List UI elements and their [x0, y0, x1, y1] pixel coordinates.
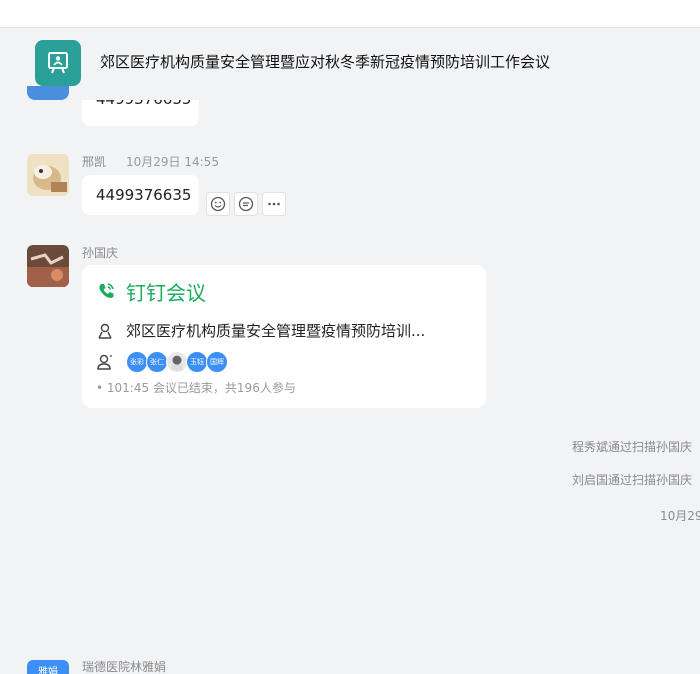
participant-avatars[interactable]: 张彩 张仁 玉钰 国辉 [126, 351, 228, 373]
reply-button[interactable] [234, 192, 258, 216]
phone-icon [99, 283, 114, 298]
sender-name: 邢凯 [82, 155, 107, 169]
participant-avatar [166, 351, 188, 373]
smile-icon [210, 196, 226, 212]
avatar[interactable] [27, 154, 69, 196]
system-message: 刘启国通过扫描孙国庆 [572, 473, 693, 487]
meeting-title: 钉钉会议 [126, 281, 206, 305]
sender-name: 瑞德医院林雅娟 [82, 660, 167, 674]
meeting-status: • 101:45 会议已结束，共196人参与 [96, 381, 296, 395]
classroom-icon [48, 52, 68, 74]
chat-title: 郊区医疗机构质量安全管理暨应对秋冬季新冠疫情预防培训工作会议 [100, 53, 551, 71]
participant-avatar: 张仁 [146, 351, 168, 373]
participants-icon [97, 354, 112, 370]
timestamp-divider: 10月29 [660, 509, 700, 523]
window-top-strip [0, 0, 700, 28]
message-sender: 邢凯 10月29日 14:55 [82, 153, 219, 170]
message-sender: 孙国庆 [82, 244, 118, 261]
message-sender: 瑞德医院林雅娟 [82, 658, 166, 674]
user-photo-icon [27, 245, 69, 287]
system-message: 程秀斌通过扫描孙国庆 [572, 440, 693, 454]
message-text: 4499376635 [96, 100, 191, 108]
emoji-reaction-button[interactable] [206, 192, 230, 216]
user-photo-icon [171, 355, 183, 371]
more-button[interactable] [262, 192, 286, 216]
more-dots-icon [268, 202, 280, 206]
participant-avatar: 玉钰 [186, 351, 208, 373]
message-text: 4499376635 [96, 186, 192, 204]
meeting-card[interactable]: 钉钉会议 郊区医疗机构质量安全管理暨疫情预防培训... 张彩 张仁 玉钰 国辉 … [82, 265, 486, 408]
participant-avatar: 国辉 [206, 351, 228, 373]
host-icon [98, 323, 112, 339]
user-photo-icon [27, 154, 69, 196]
meeting-subject: 郊区医疗机构质量安全管理暨疫情预防培训... [126, 322, 426, 340]
group-avatar[interactable] [35, 40, 81, 86]
message-time: 10月29日 14:55 [126, 155, 219, 169]
avatar-text: 雅娟 [38, 667, 58, 674]
message-bubble[interactable]: 4499376635 [82, 100, 199, 126]
sender-name: 孙国庆 [82, 246, 119, 260]
chat-header: 郊区医疗机构质量安全管理暨应对秋冬季新冠疫情预防培训工作会议 [0, 28, 700, 100]
comment-icon [238, 196, 254, 212]
participant-avatar: 张彩 [126, 351, 148, 373]
avatar[interactable] [27, 86, 69, 100]
avatar[interactable] [27, 245, 69, 287]
message-bubble[interactable]: 4499376635 [82, 175, 199, 215]
avatar[interactable]: 雅娟 [27, 660, 69, 674]
